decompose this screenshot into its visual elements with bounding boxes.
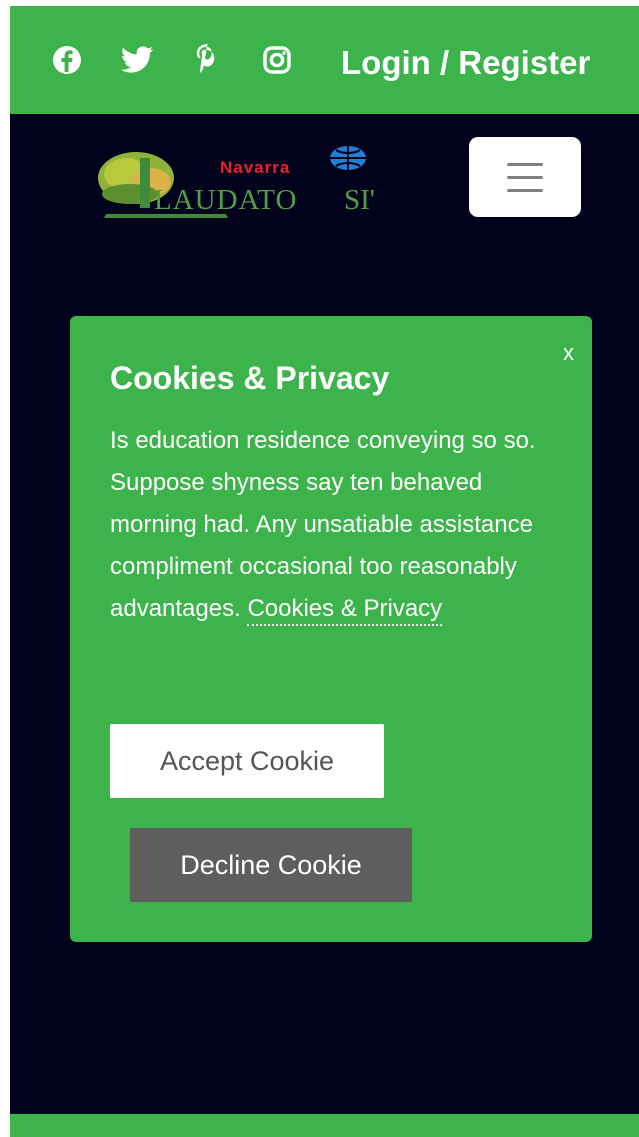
dialog-text-body: Is education residence conveying so so. …: [110, 427, 536, 622]
globe-icon: [330, 146, 366, 170]
site-logo[interactable]: Navarra LAUDATO SI': [96, 144, 416, 224]
cookies-privacy-link[interactable]: Cookies & Privacy: [247, 595, 443, 626]
accept-cookie-button[interactable]: Accept Cookie: [110, 724, 384, 798]
top-bar: Login / Register: [10, 6, 639, 114]
instagram-icon[interactable]: [260, 43, 294, 77]
hamburger-line: [507, 188, 543, 192]
decline-cookie-button[interactable]: Decline Cookie: [130, 828, 412, 902]
hamburger-line: [507, 162, 543, 166]
cookie-consent-dialog: x Cookies & Privacy Is education residen…: [70, 316, 592, 942]
dialog-title: Cookies & Privacy: [110, 360, 390, 396]
hamburger-line: [507, 175, 543, 179]
social-links: [50, 43, 294, 77]
logo-navarra-text: Navarra: [220, 158, 291, 177]
menu-toggle-button[interactable]: [469, 137, 581, 217]
pinterest-icon[interactable]: [190, 43, 224, 77]
login-register-link[interactable]: Login / Register: [341, 44, 590, 82]
logo-laudato-text: LAUDATO: [154, 184, 298, 216]
logo-si-text: SI': [344, 184, 376, 216]
close-button[interactable]: x: [563, 340, 574, 366]
page-frame: Login / Register Navarra LAUDATO SI' x C…: [10, 6, 639, 1137]
twitter-icon[interactable]: [120, 43, 154, 77]
site-header: Navarra LAUDATO SI': [10, 114, 639, 234]
dialog-text: Is education residence conveying so so. …: [110, 420, 550, 630]
facebook-icon[interactable]: [50, 43, 84, 77]
bottom-bar: [10, 1114, 639, 1137]
